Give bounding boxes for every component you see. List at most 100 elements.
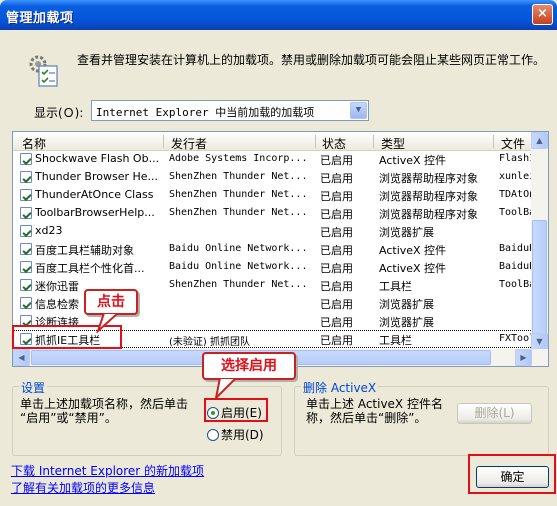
addon-status: 已启用 xyxy=(320,298,353,311)
addon-type: 工具栏 xyxy=(379,280,412,293)
addon-name: xd23 xyxy=(35,224,63,237)
click-callout: 点击 xyxy=(84,289,138,315)
addon-name: Shockwave Flash Ob... xyxy=(35,152,160,165)
column-divider[interactable] xyxy=(163,135,164,148)
scroll-left-icon[interactable]: ◀ xyxy=(13,349,30,366)
disable-radio[interactable]: 禁用(D) xyxy=(207,426,264,443)
addon-icon xyxy=(20,171,32,183)
table-row[interactable]: 百度工具栏个性化首... Baidu Online Network... 已启用… xyxy=(13,258,533,276)
scroll-down-icon[interactable]: ▼ xyxy=(531,333,548,350)
addon-icon xyxy=(20,207,32,219)
addon-type: ActiveX 控件 xyxy=(379,154,447,167)
addon-publisher: ShenZhen Thunder Net... xyxy=(169,279,308,290)
show-label: 显示(Ｏ): xyxy=(34,106,84,120)
addon-file: TDAtOn xyxy=(499,189,533,200)
radio-unchecked-icon[interactable] xyxy=(207,429,219,441)
manage-addons-window: 管理加载项 × 查看并管理安装在计算机上的加载项。禁用或删除加载项可能会阻止某些… xyxy=(0,0,557,506)
addon-name: ToolbarBrowserHelp... xyxy=(35,206,155,219)
addon-file: BaiduB xyxy=(499,243,533,254)
settings-instruction-line: “启用”或“禁用”。 xyxy=(20,411,117,425)
delete-instruction: 单击上述 ActiveX 控件名 称，然后单击“删除”。 xyxy=(306,397,443,425)
addon-status: 已启用 xyxy=(320,226,353,239)
column-divider[interactable] xyxy=(373,135,374,148)
callout-pointer-icon xyxy=(214,378,238,400)
addon-status: 已启用 xyxy=(320,190,353,203)
addon-type: 浏览器扩展 xyxy=(379,226,434,239)
scroll-up-icon[interactable]: ▲ xyxy=(531,132,548,149)
addon-file: xunlei xyxy=(499,171,533,182)
learn-more-link[interactable]: 了解有关加载项的更多信息 xyxy=(11,479,155,496)
addon-icon xyxy=(20,189,32,201)
addon-manager-icon xyxy=(29,55,58,87)
table-row[interactable]: 百度工具栏辅助对象 Baidu Online Network... 已启用 Ac… xyxy=(13,240,533,258)
download-addons-link[interactable]: 下载 Internet Explorer 的新加载项 xyxy=(11,462,204,479)
addon-publisher: ShenZhen Thunder Net... xyxy=(169,189,308,200)
addon-publisher: (未验证) 抓抓团队 xyxy=(169,337,250,348)
vertical-scroll-thumb[interactable] xyxy=(532,220,547,350)
table-row[interactable]: Shockwave Flash Ob... Adobe Systems Inco… xyxy=(13,150,533,168)
table-row[interactable]: xd23 已启用 浏览器扩展 xyxy=(13,222,533,240)
addon-status: 已启用 xyxy=(320,280,353,293)
addon-icon xyxy=(20,153,32,165)
addon-type: 浏览器帮助程序对象 xyxy=(379,208,478,221)
show-dropdown-value: Internet Explorer 中当前加载的加载项 xyxy=(96,106,315,119)
settings-instruction: 单击上述加载项名称，然后单击 “启用”或“禁用”。 xyxy=(20,397,188,425)
addon-publisher: Adobe Systems Incorp... xyxy=(169,153,308,164)
delete-instruction-line: 单击上述 ActiveX 控件名 xyxy=(306,397,443,411)
addon-file: BaiduB xyxy=(499,261,533,272)
addon-type: 浏览器帮助程序对象 xyxy=(379,190,478,203)
addon-icon xyxy=(20,243,32,255)
addon-icon xyxy=(20,225,32,237)
addon-name: ThunderAtOnce Class xyxy=(35,188,154,201)
addon-name: Thunder Browser He... xyxy=(35,170,159,183)
window-title: 管理加载项 xyxy=(6,11,74,26)
disable-radio-label: 禁用(D) xyxy=(221,428,264,442)
addon-type: ActiveX 控件 xyxy=(379,262,447,275)
addon-name: 百度工具栏个性化首... xyxy=(35,262,145,275)
table-row[interactable]: ToolbarBrowserHelp... ShenZhen Thunder N… xyxy=(13,204,533,222)
header-description: 查看并管理安装在计算机上的加载项。禁用或删除加载项可能会阻止某些网页正常工作。 xyxy=(77,53,546,67)
show-dropdown[interactable]: Internet Explorer 中当前加载的加载项 ▼ xyxy=(91,100,369,121)
addon-file: ToolBa xyxy=(499,207,533,218)
addon-type: 浏览器扩展 xyxy=(379,316,434,329)
highlight-box-enable xyxy=(204,398,268,422)
addon-name: 百度工具栏辅助对象 xyxy=(35,244,134,257)
addon-status: 已启用 xyxy=(320,334,353,347)
addon-file: FXTool xyxy=(499,333,533,344)
addon-publisher: ShenZhen Thunder Net... xyxy=(169,207,308,218)
close-button[interactable]: × xyxy=(532,4,553,25)
addon-status: 已启用 xyxy=(320,316,353,329)
select-enable-callout: 选择启用 xyxy=(202,352,296,380)
addon-type: 浏览器扩展 xyxy=(379,298,434,311)
addon-icon xyxy=(20,261,32,273)
addon-status: 已启用 xyxy=(320,262,353,275)
addon-publisher: Baidu Online Network... xyxy=(169,243,308,254)
list-header: 名称 发行者 状态 类型 文件 xyxy=(13,132,533,151)
addon-publisher: Baidu Online Network... xyxy=(169,261,308,272)
column-divider[interactable] xyxy=(493,135,494,148)
scroll-right-icon[interactable]: ▶ xyxy=(515,349,532,366)
title-bar: 管理加载项 × xyxy=(0,0,557,30)
addon-icon xyxy=(20,297,32,309)
vertical-scrollbar[interactable]: ▲ ▼ xyxy=(531,132,548,350)
chevron-down-icon[interactable]: ▼ xyxy=(350,102,367,119)
addon-status: 已启用 xyxy=(320,154,353,167)
addon-type: 工具栏 xyxy=(379,334,412,347)
highlight-box-ok xyxy=(468,454,556,494)
delete-button[interactable]: 删除(L) xyxy=(457,403,532,424)
settings-group-title: 设置 xyxy=(19,379,48,396)
addon-status: 已启用 xyxy=(320,208,353,221)
delete-instruction-line: 称，然后单击“删除”。 xyxy=(306,411,427,425)
addon-status: 已启用 xyxy=(320,244,353,257)
addon-type: 浏览器帮助程序对象 xyxy=(379,172,478,185)
column-divider[interactable] xyxy=(315,135,316,148)
table-row[interactable]: ThunderAtOnce Class ShenZhen Thunder Net… xyxy=(13,186,533,204)
callout-pointer-icon xyxy=(96,313,120,333)
addon-status: 已启用 xyxy=(320,172,353,185)
addon-file: ToolBa xyxy=(499,279,533,290)
table-row[interactable]: Thunder Browser He... ShenZhen Thunder N… xyxy=(13,168,533,186)
addon-publisher: ShenZhen Thunder Net... xyxy=(169,171,308,182)
delete-group-title: 删除 ActiveX xyxy=(301,379,379,396)
addon-icon xyxy=(20,279,32,291)
addon-file: Flash1 xyxy=(499,153,533,164)
